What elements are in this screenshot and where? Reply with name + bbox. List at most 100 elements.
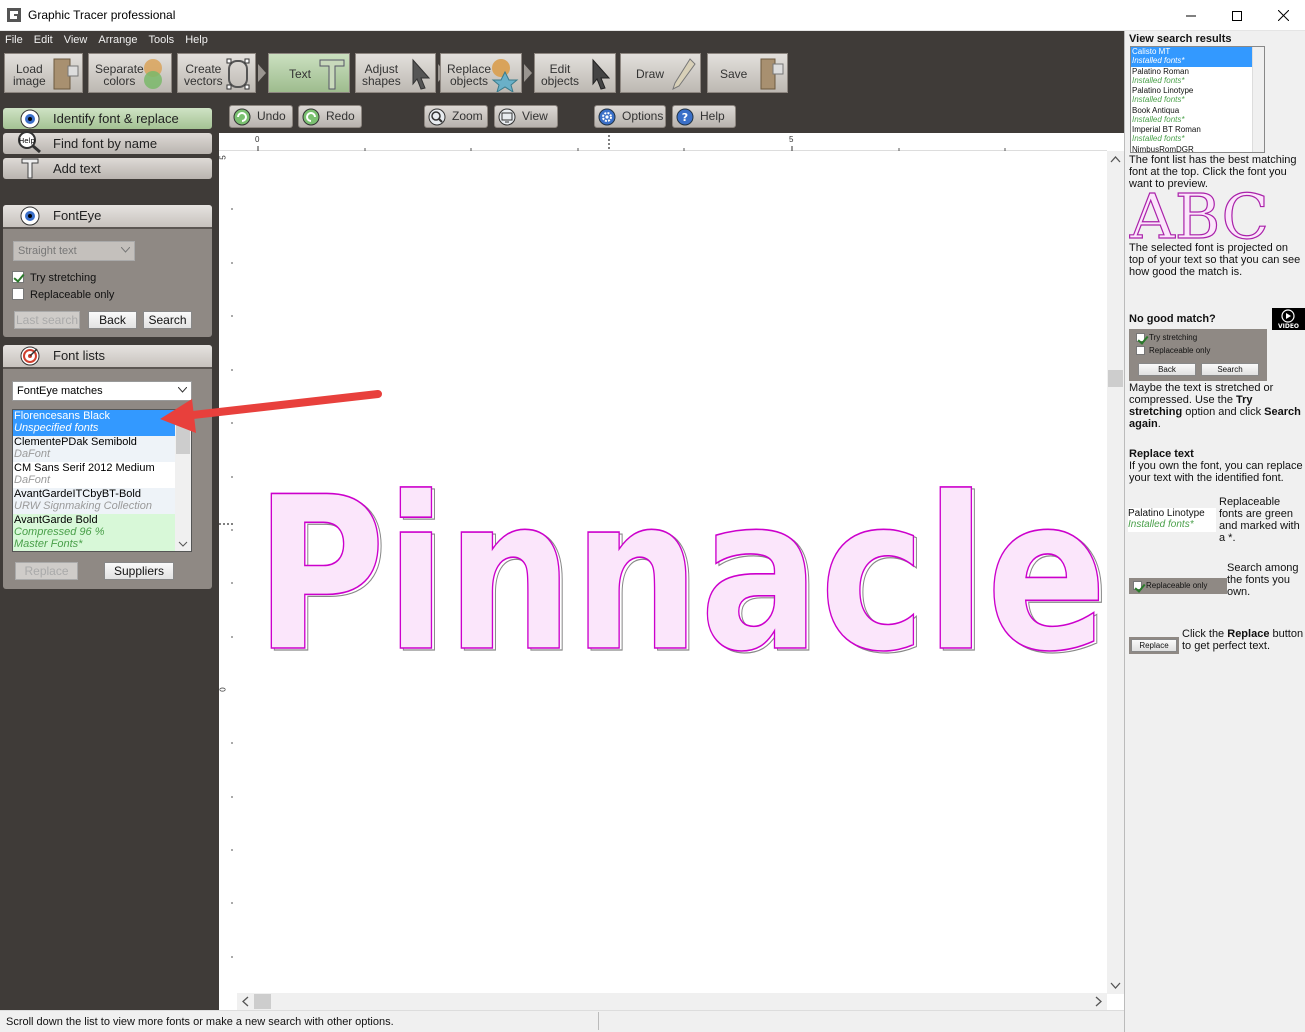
last-search-button[interactable]: Last search xyxy=(14,311,80,329)
list-item[interactable]: CM Sans Serif 2012 Medium DaFont xyxy=(13,462,175,488)
identify-font-mode-button[interactable]: Identify font & replace xyxy=(3,108,212,129)
menu-edit[interactable]: Edit xyxy=(29,31,59,51)
text-style-select[interactable]: Straight text xyxy=(13,241,135,261)
mini-back-label: Back xyxy=(1158,365,1176,374)
canvas-hscroll-thumb[interactable] xyxy=(254,994,271,1009)
suppliers-button[interactable]: Suppliers xyxy=(104,562,174,580)
scroll-right-icon xyxy=(1095,996,1102,1007)
font-preview-sample: ABC xyxy=(1128,186,1269,242)
mini-search-button: Search xyxy=(1201,363,1259,376)
font-name: Palatino Linotype xyxy=(1132,86,1194,95)
redo-button[interactable]: Redo xyxy=(298,105,362,128)
mini-back-button: Back xyxy=(1138,363,1196,376)
font-lists-header: Font lists xyxy=(3,345,212,367)
options-button[interactable]: Options xyxy=(594,105,666,128)
undo-button[interactable]: Undo xyxy=(229,105,293,128)
font-source: DaFont xyxy=(14,448,51,460)
separate-colors-label-2: colors xyxy=(103,74,136,88)
list-item[interactable]: ClementePDak Semibold DaFont xyxy=(13,436,175,462)
list-item[interactable]: AvantGarde Bold Compressed 96 % Master F… xyxy=(13,514,175,551)
app-logo-icon xyxy=(7,8,21,22)
back-button[interactable]: Back xyxy=(88,311,137,329)
minimize-icon xyxy=(1186,15,1196,16)
load-image-button[interactable]: Load image xyxy=(4,53,83,93)
menu-arrange[interactable]: Arrange xyxy=(93,31,143,51)
try-stretching-label: Try stretching xyxy=(30,272,97,284)
help-paragraph-4: If you own the font, you can replace you… xyxy=(1129,460,1303,484)
zoom-button[interactable]: Zoom xyxy=(424,105,488,128)
font-source: Compressed 96 % xyxy=(14,526,105,538)
minimize-button[interactable] xyxy=(1168,0,1214,31)
mini-replace-label: Replace xyxy=(1139,641,1169,650)
edit-objects-button[interactable]: Edit objects xyxy=(534,53,616,93)
help-panel: View search results Calisto MT Installed … xyxy=(1124,31,1305,1032)
font-source: DaFont xyxy=(14,474,51,486)
try-stretching-checkbox[interactable] xyxy=(12,271,24,283)
menu-tools[interactable]: Tools xyxy=(144,31,181,51)
mini-try-row: Try stretching xyxy=(1136,333,1197,342)
toolbar-step-arrow-3 xyxy=(524,64,532,82)
adjust-shapes-label-2: shapes xyxy=(362,74,401,88)
find-font-by-name-button[interactable]: Help Find font by name xyxy=(3,131,212,154)
mini-replaceable-checkbox xyxy=(1133,581,1142,590)
save-label: Save xyxy=(720,67,748,81)
replace-objects-button[interactable]: Replace objects xyxy=(440,53,522,93)
save-button[interactable]: Save xyxy=(707,53,788,93)
search-label: Search xyxy=(148,313,187,327)
add-text-button[interactable]: Add text xyxy=(3,158,212,179)
left-ruler-ticks xyxy=(219,208,233,958)
font-name: Calisto MT xyxy=(1132,47,1171,56)
annotation-arrow-icon xyxy=(160,390,382,433)
font-source: Installed fonts* xyxy=(1132,75,1185,85)
close-button[interactable] xyxy=(1260,0,1305,31)
draw-button[interactable]: Draw xyxy=(620,53,701,93)
view-label: View xyxy=(522,109,548,123)
mini-try-checkbox xyxy=(1136,333,1145,342)
back-label: Back xyxy=(99,313,126,327)
scroll-down-icon xyxy=(178,541,188,547)
create-vectors-button[interactable]: Create vectors xyxy=(177,53,256,93)
menu-file[interactable]: File xyxy=(0,31,29,51)
magnifier-help-icon: Help xyxy=(18,131,41,153)
results-title: View search results xyxy=(1129,33,1232,45)
sample-font-name: Palatino Linotype xyxy=(1128,508,1205,519)
list-item: Palatino Roman Installed fonts* xyxy=(1131,67,1252,87)
separate-colors-button[interactable]: Separate colors xyxy=(88,53,172,93)
traced-text-artwork[interactable]: Pinnacle Pinnacle xyxy=(233,470,1107,670)
replace-button[interactable]: Replace xyxy=(15,562,78,580)
replaceable-only-row[interactable]: Replaceable only xyxy=(12,288,114,301)
status-bar: Scroll down the list to view more fonts … xyxy=(0,1010,1124,1032)
video-label: VIDEO xyxy=(1278,323,1299,330)
menu-bar: File Edit View Arrange Tools Help xyxy=(0,31,214,51)
canvas-horizontal-scrollbar[interactable] xyxy=(237,993,1107,1010)
canvas-vertical-scrollbar[interactable] xyxy=(1107,151,1124,994)
list-item: Book Antiqua Installed fonts* xyxy=(1131,106,1252,126)
menu-help[interactable]: Help xyxy=(180,31,214,51)
status-separator xyxy=(598,1012,599,1030)
options-label: Options xyxy=(622,109,664,123)
list-item[interactable]: AvantGardeITCbyBT-Bold URW Signmaking Co… xyxy=(13,488,175,514)
fonteye-divider xyxy=(3,227,212,229)
mini-list-scrollbar xyxy=(1252,47,1264,152)
help-button[interactable]: ? Help xyxy=(672,105,736,128)
font-match-overlay: Pinnacle xyxy=(255,470,1107,670)
view-button[interactable]: View xyxy=(494,105,558,128)
try-stretching-row[interactable]: Try stretching xyxy=(12,271,96,284)
maximize-button[interactable] xyxy=(1214,0,1260,31)
canvas-vscroll-thumb[interactable] xyxy=(1108,370,1123,387)
zoom-label: Zoom xyxy=(452,109,483,123)
close-icon xyxy=(1277,10,1289,21)
video-icon[interactable]: VIDEO xyxy=(1272,308,1305,330)
search-button[interactable]: Search xyxy=(143,311,192,329)
help-label: Help xyxy=(700,109,725,123)
identify-font-label: Identify font & replace xyxy=(53,111,179,126)
menu-view[interactable]: View xyxy=(59,31,94,51)
font-source-secondary: Master Fonts* xyxy=(14,538,83,550)
font-source: Installed fonts* xyxy=(1132,56,1185,65)
svg-text:?: ? xyxy=(682,111,688,124)
text-button[interactable]: Text xyxy=(268,53,350,93)
adjust-shapes-button[interactable]: Adjust shapes xyxy=(355,53,436,93)
replaceable-only-checkbox[interactable] xyxy=(12,288,24,300)
suppliers-label: Suppliers xyxy=(113,564,165,578)
list-item: NimbusRomDGR xyxy=(1131,145,1252,153)
